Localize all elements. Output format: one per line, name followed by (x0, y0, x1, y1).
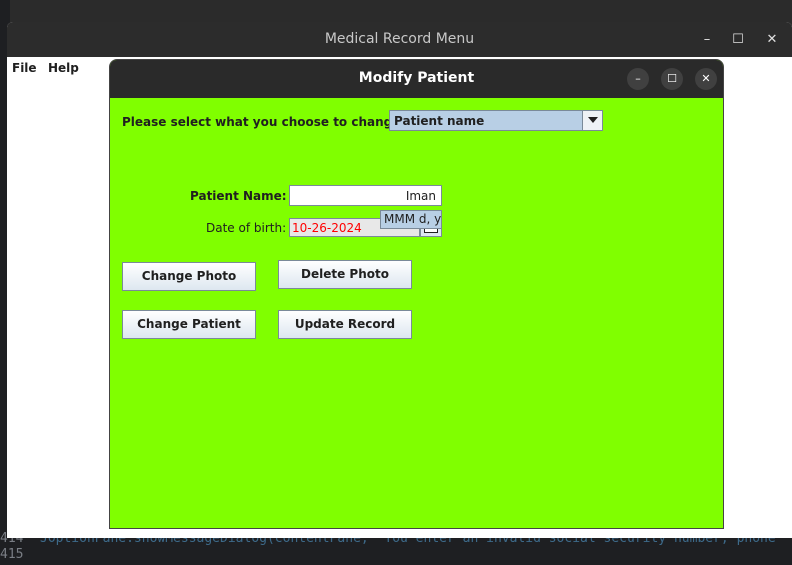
dialog-close-icon[interactable]: ✕ (695, 68, 717, 90)
update-record-button[interactable]: Update Record (278, 310, 412, 339)
change-patient-button[interactable]: Change Patient (122, 310, 256, 339)
dialog-titlebar: Modify Patient – ☐ ✕ (110, 60, 723, 98)
main-titlebar: Medical Record Menu – ☐ ✕ (7, 22, 792, 57)
ide-line-number: 415 (0, 547, 24, 562)
close-icon[interactable]: ✕ (762, 30, 782, 50)
dialog-maximize-icon[interactable]: ☐ (661, 68, 683, 90)
delete-photo-button[interactable]: Delete Photo (278, 260, 412, 289)
change-field-select[interactable]: Patient name (389, 110, 603, 131)
dialog-minimize-icon[interactable]: – (627, 68, 649, 90)
dob-label: Date of birth: (206, 221, 287, 235)
modify-patient-dialog: Modify Patient – ☐ ✕ Please select what … (109, 59, 724, 529)
patient-name-input[interactable]: Iman (289, 185, 442, 206)
patient-name-label: Patient Name: (190, 189, 287, 203)
main-window-title: Medical Record Menu (324, 31, 475, 47)
select-value: Patient name (394, 114, 485, 128)
maximize-icon[interactable]: ☐ (728, 30, 748, 50)
date-format-tooltip: MMM d, y (380, 210, 442, 229)
menu-help[interactable]: Help (48, 61, 79, 75)
chevron-down-icon[interactable] (582, 111, 602, 130)
change-photo-button[interactable]: Change Photo (122, 262, 256, 291)
menu-file[interactable]: File (12, 61, 37, 75)
minimize-icon[interactable]: – (697, 30, 717, 50)
select-label: Please select what you choose to change: (122, 115, 406, 129)
